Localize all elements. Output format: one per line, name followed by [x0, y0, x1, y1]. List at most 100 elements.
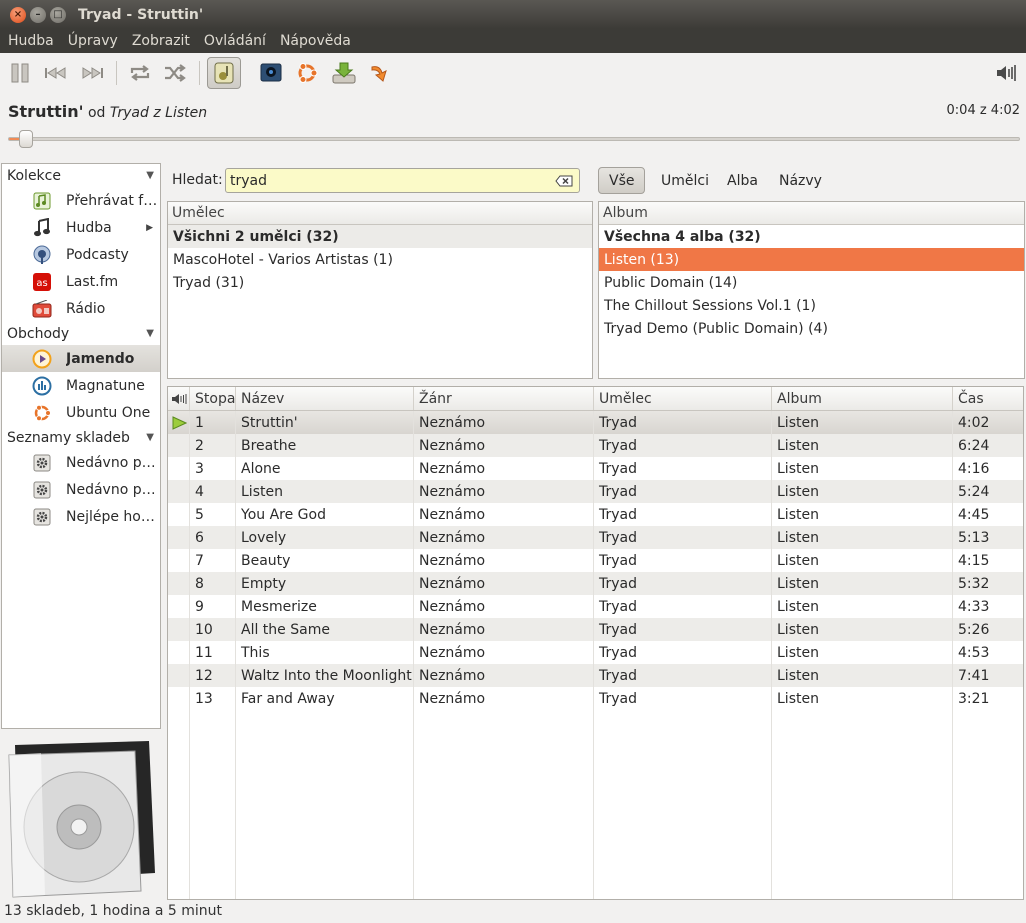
- track-row[interactable]: 3 Alone Neznámo Tryad Listen 4:16: [168, 457, 1023, 480]
- track-row[interactable]: 10 All the Same Neznámo Tryad Listen 5:26: [168, 618, 1023, 641]
- menu-hudba[interactable]: Hudba: [0, 33, 61, 49]
- sidebar-header-obchody[interactable]: Obchody ▼: [2, 322, 160, 345]
- sidebar-item-ubuntu-one[interactable]: Ubuntu One: [2, 399, 160, 426]
- sidebar-item-lastfm[interactable]: as Last.fm: [2, 268, 160, 295]
- column-header-genre[interactable]: Žánr: [414, 387, 594, 410]
- artist-row[interactable]: Tryad (31): [168, 271, 592, 294]
- minimize-window-button[interactable]: –: [30, 6, 46, 23]
- track-album: Listen: [777, 644, 819, 661]
- artist-row-all[interactable]: Všichni 2 umělci (32): [168, 225, 592, 248]
- column-header-album[interactable]: Album: [772, 387, 953, 410]
- clear-search-icon[interactable]: [555, 174, 573, 187]
- track-row[interactable]: 11 This Neznámo Tryad Listen 4:53: [168, 641, 1023, 664]
- filter-all-button[interactable]: Vše: [598, 167, 646, 194]
- column-header-time[interactable]: Čas: [953, 387, 1025, 410]
- album-browser: Album Všechna 4 alba (32) Listen (13) Pu…: [598, 201, 1025, 379]
- column-header-title[interactable]: Název: [236, 387, 414, 410]
- sidebar-item-radio[interactable]: Rádio: [2, 295, 160, 322]
- seek-bar-handle[interactable]: [19, 130, 34, 148]
- track-row[interactable]: 2 Breathe Neznámo Tryad Listen 6:24: [168, 434, 1023, 457]
- track-artist: Tryad: [599, 506, 638, 523]
- shuffle-button[interactable]: [161, 59, 189, 87]
- sidebar-item-recently-added[interactable]: Nedávno přidané: [2, 449, 160, 476]
- sidebar-header-label: Seznamy skladeb: [7, 429, 130, 446]
- browse-toggle-button[interactable]: [207, 57, 241, 89]
- pause-button[interactable]: [6, 59, 34, 87]
- track-number: 13: [195, 690, 213, 707]
- album-row-selected[interactable]: Listen (13): [599, 248, 1024, 271]
- menu-napoveda[interactable]: Nápověda: [273, 33, 358, 49]
- track-row[interactable]: 9 Mesmerize Neznámo Tryad Listen 4:33: [168, 595, 1023, 618]
- sidebar-item-top-rated[interactable]: Nejlépe hodnocené: [2, 503, 160, 530]
- artist-column-header[interactable]: Umělec: [168, 202, 592, 225]
- track-row[interactable]: 13 Far and Away Neznámo Tryad Listen 3:21: [168, 687, 1023, 710]
- sidebar-item-label: Jamendo: [66, 350, 135, 367]
- triangle-down-icon: ▼: [146, 432, 154, 443]
- menu-upravy[interactable]: Úpravy: [61, 33, 125, 49]
- sidebar-item-jamendo[interactable]: Jamendo: [2, 345, 160, 372]
- close-window-button[interactable]: ×: [10, 6, 26, 23]
- track-row[interactable]: 1 Struttin' Neznámo Tryad Listen 4:02: [168, 411, 1023, 434]
- forward-button[interactable]: [366, 59, 394, 87]
- track-title: Lovely: [241, 529, 287, 546]
- album-row[interactable]: The Chillout Sessions Vol.1 (1): [599, 294, 1024, 317]
- seek-bar[interactable]: [8, 130, 1020, 148]
- track-time: 4:45: [958, 506, 990, 523]
- track-row[interactable]: 7 Beauty Neznámo Tryad Listen 4:15: [168, 549, 1023, 572]
- track-artist: Tryad: [599, 483, 638, 500]
- album-column-header[interactable]: Album: [599, 202, 1024, 225]
- download-button[interactable]: [330, 59, 358, 87]
- track-genre: Neznámo: [419, 598, 486, 615]
- sidebar-item-magnatune[interactable]: Magnatune: [2, 372, 160, 399]
- album-row-all[interactable]: Všechna 4 alba (32): [599, 225, 1024, 248]
- sidebar-header-seznamy[interactable]: Seznamy skladeb ▼: [2, 426, 160, 449]
- track-row[interactable]: 6 Lovely Neznámo Tryad Listen 5:13: [168, 526, 1023, 549]
- track-row[interactable]: 5 You Are God Neznámo Tryad Listen 4:45: [168, 503, 1023, 526]
- track-genre: Neznámo: [419, 437, 486, 454]
- artist-row[interactable]: MascoHotel - Varios Artistas (1): [168, 248, 592, 271]
- filter-titles-button[interactable]: Názvy: [769, 167, 832, 194]
- column-divider: [413, 411, 414, 899]
- sidebar-item-play-queue[interactable]: Přehrávat fronta: [2, 187, 160, 214]
- track-row[interactable]: 12 Waltz Into the Moonlight Neznámo Tryad Li…: [168, 664, 1023, 687]
- track-time: 5:26: [958, 621, 990, 638]
- column-header-track[interactable]: Stopa: [190, 387, 236, 410]
- triangle-right-icon[interactable]: ▶: [146, 223, 153, 233]
- track-artist: Tryad: [599, 621, 638, 638]
- search-input[interactable]: tryad: [225, 168, 580, 193]
- sidebar-header-kolekce[interactable]: Kolekce ▼: [2, 164, 160, 187]
- track-number: 10: [195, 621, 213, 638]
- track-album: Listen: [777, 506, 819, 523]
- album-row[interactable]: Public Domain (14): [599, 271, 1024, 294]
- track-genre: Neznámo: [419, 506, 486, 523]
- volume-button[interactable]: [993, 59, 1021, 87]
- album-row[interactable]: Tryad Demo (Public Domain) (4): [599, 317, 1024, 340]
- menu-ovladani[interactable]: Ovládání: [197, 33, 273, 49]
- track-row[interactable]: 8 Empty Neznámo Tryad Listen 5:32: [168, 572, 1023, 595]
- radio-icon: [32, 299, 52, 319]
- track-row[interactable]: 4 Listen Neznámo Tryad Listen 5:24: [168, 480, 1023, 503]
- repeat-button[interactable]: [126, 59, 154, 87]
- playing-column-header[interactable]: [168, 387, 190, 410]
- ubuntu-icon: [298, 63, 318, 83]
- track-time: 3:21: [958, 690, 990, 707]
- sidebar-item-podcasty[interactable]: Podcasty: [2, 241, 160, 268]
- sidebar-item-recently-played[interactable]: Nedávno přehrávané: [2, 476, 160, 503]
- repeat-icon: [130, 65, 150, 81]
- menu-zobrazit[interactable]: Zobrazit: [125, 33, 197, 49]
- maximize-window-button[interactable]: □: [50, 6, 66, 23]
- previous-button[interactable]: [42, 59, 70, 87]
- sidebar-item-label: Rádio: [66, 300, 106, 317]
- column-divider: [189, 411, 190, 899]
- title-bar: × – □ Tryad - Struttin': [0, 0, 1026, 29]
- ubuntu-one-button[interactable]: [293, 59, 321, 87]
- track-title: Alone: [241, 460, 281, 477]
- screen-icon: [260, 63, 282, 82]
- filter-artists-button[interactable]: Umělci: [651, 167, 719, 194]
- column-header-artist[interactable]: Umělec: [594, 387, 772, 410]
- sidebar-item-hudba[interactable]: Hudba ▶: [2, 214, 160, 241]
- filter-albums-button[interactable]: Alba: [717, 167, 768, 194]
- triangle-down-icon: ▼: [146, 170, 154, 181]
- visualization-button[interactable]: [257, 59, 285, 87]
- next-button[interactable]: [78, 59, 106, 87]
